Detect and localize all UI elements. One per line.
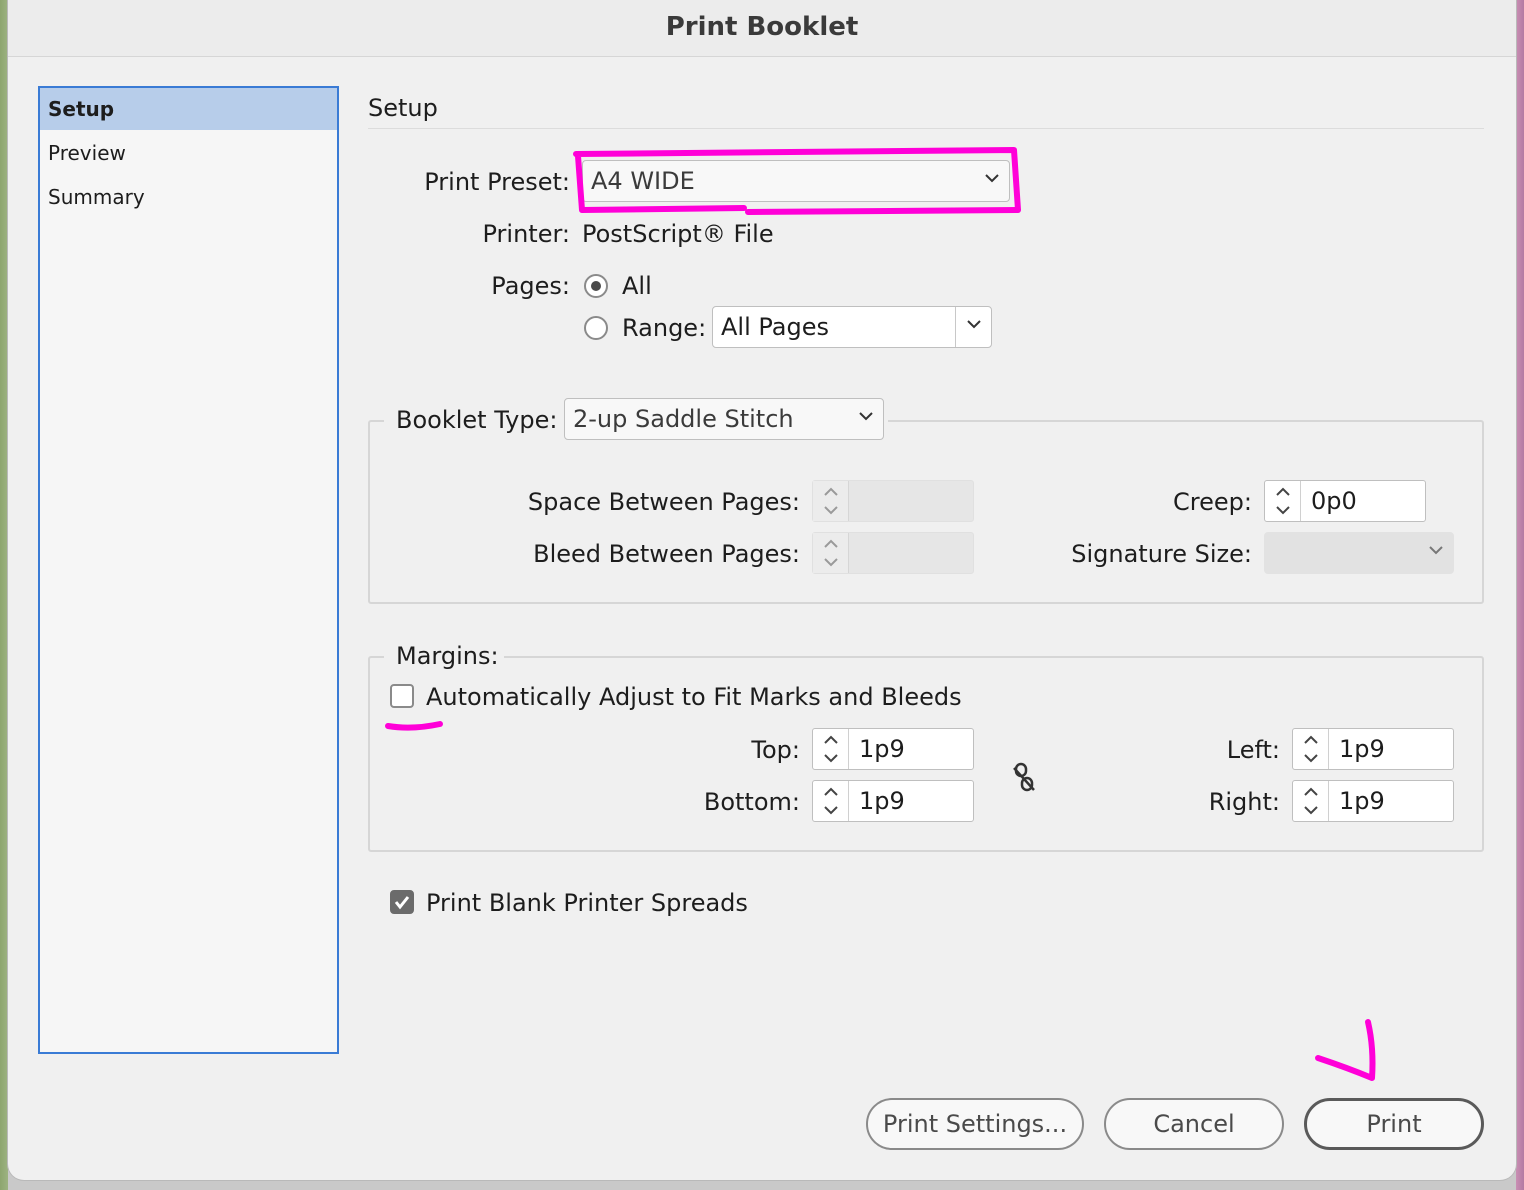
- bottom-margin-label: Bottom:: [703, 788, 800, 816]
- left-margin-stepper[interactable]: 1p9: [1292, 728, 1454, 770]
- creep-label: Creep:: [1173, 488, 1252, 516]
- stepper-arrows-icon[interactable]: [1293, 729, 1329, 769]
- right-margin-label: Right:: [1208, 788, 1280, 816]
- print-preset-value: A4 WIDE: [591, 167, 695, 195]
- combobox-divider: [955, 307, 956, 347]
- stepper-arrows-icon[interactable]: [1293, 781, 1329, 821]
- chevron-down-icon: [985, 174, 999, 183]
- stepper-arrows-icon[interactable]: [1265, 481, 1301, 521]
- range-value: All Pages: [721, 313, 829, 341]
- printer-label: Printer:: [482, 220, 570, 248]
- sidebar-item-summary[interactable]: Summary: [40, 176, 337, 218]
- sidebar-item-setup[interactable]: Setup: [40, 88, 337, 130]
- checkmark-icon: [394, 896, 410, 910]
- bleed-between-label: Bleed Between Pages:: [533, 540, 800, 568]
- signature-size-label: Signature Size:: [1071, 540, 1252, 568]
- chevron-down-icon: [1429, 546, 1443, 555]
- range-combobox[interactable]: All Pages: [712, 306, 992, 348]
- right-margin-stepper[interactable]: 1p9: [1292, 780, 1454, 822]
- top-margin-stepper[interactable]: 1p9: [812, 728, 974, 770]
- right-margin-value: 1p9: [1339, 787, 1385, 815]
- section-title: Setup: [368, 94, 438, 122]
- top-margin-value: 1p9: [859, 735, 905, 763]
- stepper-arrows-icon[interactable]: [813, 729, 849, 769]
- chevron-down-icon: [967, 320, 981, 329]
- print-preset-dropdown[interactable]: A4 WIDE: [582, 160, 1010, 202]
- sidebar-item-preview[interactable]: Preview: [40, 132, 337, 174]
- space-between-label: Space Between Pages:: [527, 488, 800, 516]
- chevron-down-icon: [859, 412, 873, 421]
- stepper-arrows-icon[interactable]: [813, 781, 849, 821]
- creep-value: 0p0: [1311, 487, 1357, 515]
- pages-range-radio[interactable]: [584, 316, 608, 340]
- cancel-button[interactable]: Cancel: [1104, 1098, 1284, 1150]
- print-preset-label: Print Preset:: [424, 168, 570, 196]
- left-margin-value: 1p9: [1339, 735, 1385, 763]
- print-booklet-dialog: Print Booklet Setup Preview Summary Setu…: [8, 0, 1516, 1180]
- stepper-arrows-icon[interactable]: [813, 481, 849, 521]
- section-divider: [368, 128, 1484, 129]
- auto-adjust-label: Automatically Adjust to Fit Marks and Bl…: [426, 683, 962, 711]
- signature-size-dropdown[interactable]: [1264, 532, 1454, 574]
- bottom-margin-value: 1p9: [859, 787, 905, 815]
- bleed-between-stepper[interactable]: [812, 532, 974, 574]
- sidebar: Setup Preview Summary: [38, 86, 339, 1054]
- booklet-type-value: 2-up Saddle Stitch: [573, 405, 794, 433]
- booklet-type-dropdown[interactable]: 2-up Saddle Stitch: [564, 398, 884, 440]
- space-between-stepper[interactable]: [812, 480, 974, 522]
- unlink-chain-icon[interactable]: [1008, 760, 1040, 796]
- margins-legend: Margins:: [396, 642, 499, 670]
- printer-value: PostScript® File: [582, 220, 774, 248]
- pages-all-label: All: [622, 272, 652, 300]
- bottom-margin-stepper[interactable]: 1p9: [812, 780, 974, 822]
- creep-stepper[interactable]: 0p0: [1264, 480, 1426, 522]
- auto-adjust-checkbox[interactable]: [390, 684, 414, 708]
- print-blank-spreads-checkbox[interactable]: [390, 890, 414, 914]
- print-settings-button[interactable]: Print Settings...: [866, 1098, 1084, 1150]
- print-blank-spreads-label: Print Blank Printer Spreads: [426, 889, 748, 917]
- pages-label: Pages:: [491, 272, 570, 300]
- pages-range-label: Range:: [622, 314, 707, 342]
- pages-all-radio[interactable]: [584, 274, 608, 298]
- dialog-title: Print Booklet: [8, 0, 1516, 57]
- print-button[interactable]: Print: [1304, 1098, 1484, 1150]
- top-margin-label: Top:: [751, 736, 800, 764]
- left-margin-label: Left:: [1226, 736, 1280, 764]
- stepper-arrows-icon[interactable]: [813, 533, 849, 573]
- annotation-arrow: [1315, 1019, 1376, 1081]
- booklet-type-label: Booklet Type:: [396, 406, 558, 434]
